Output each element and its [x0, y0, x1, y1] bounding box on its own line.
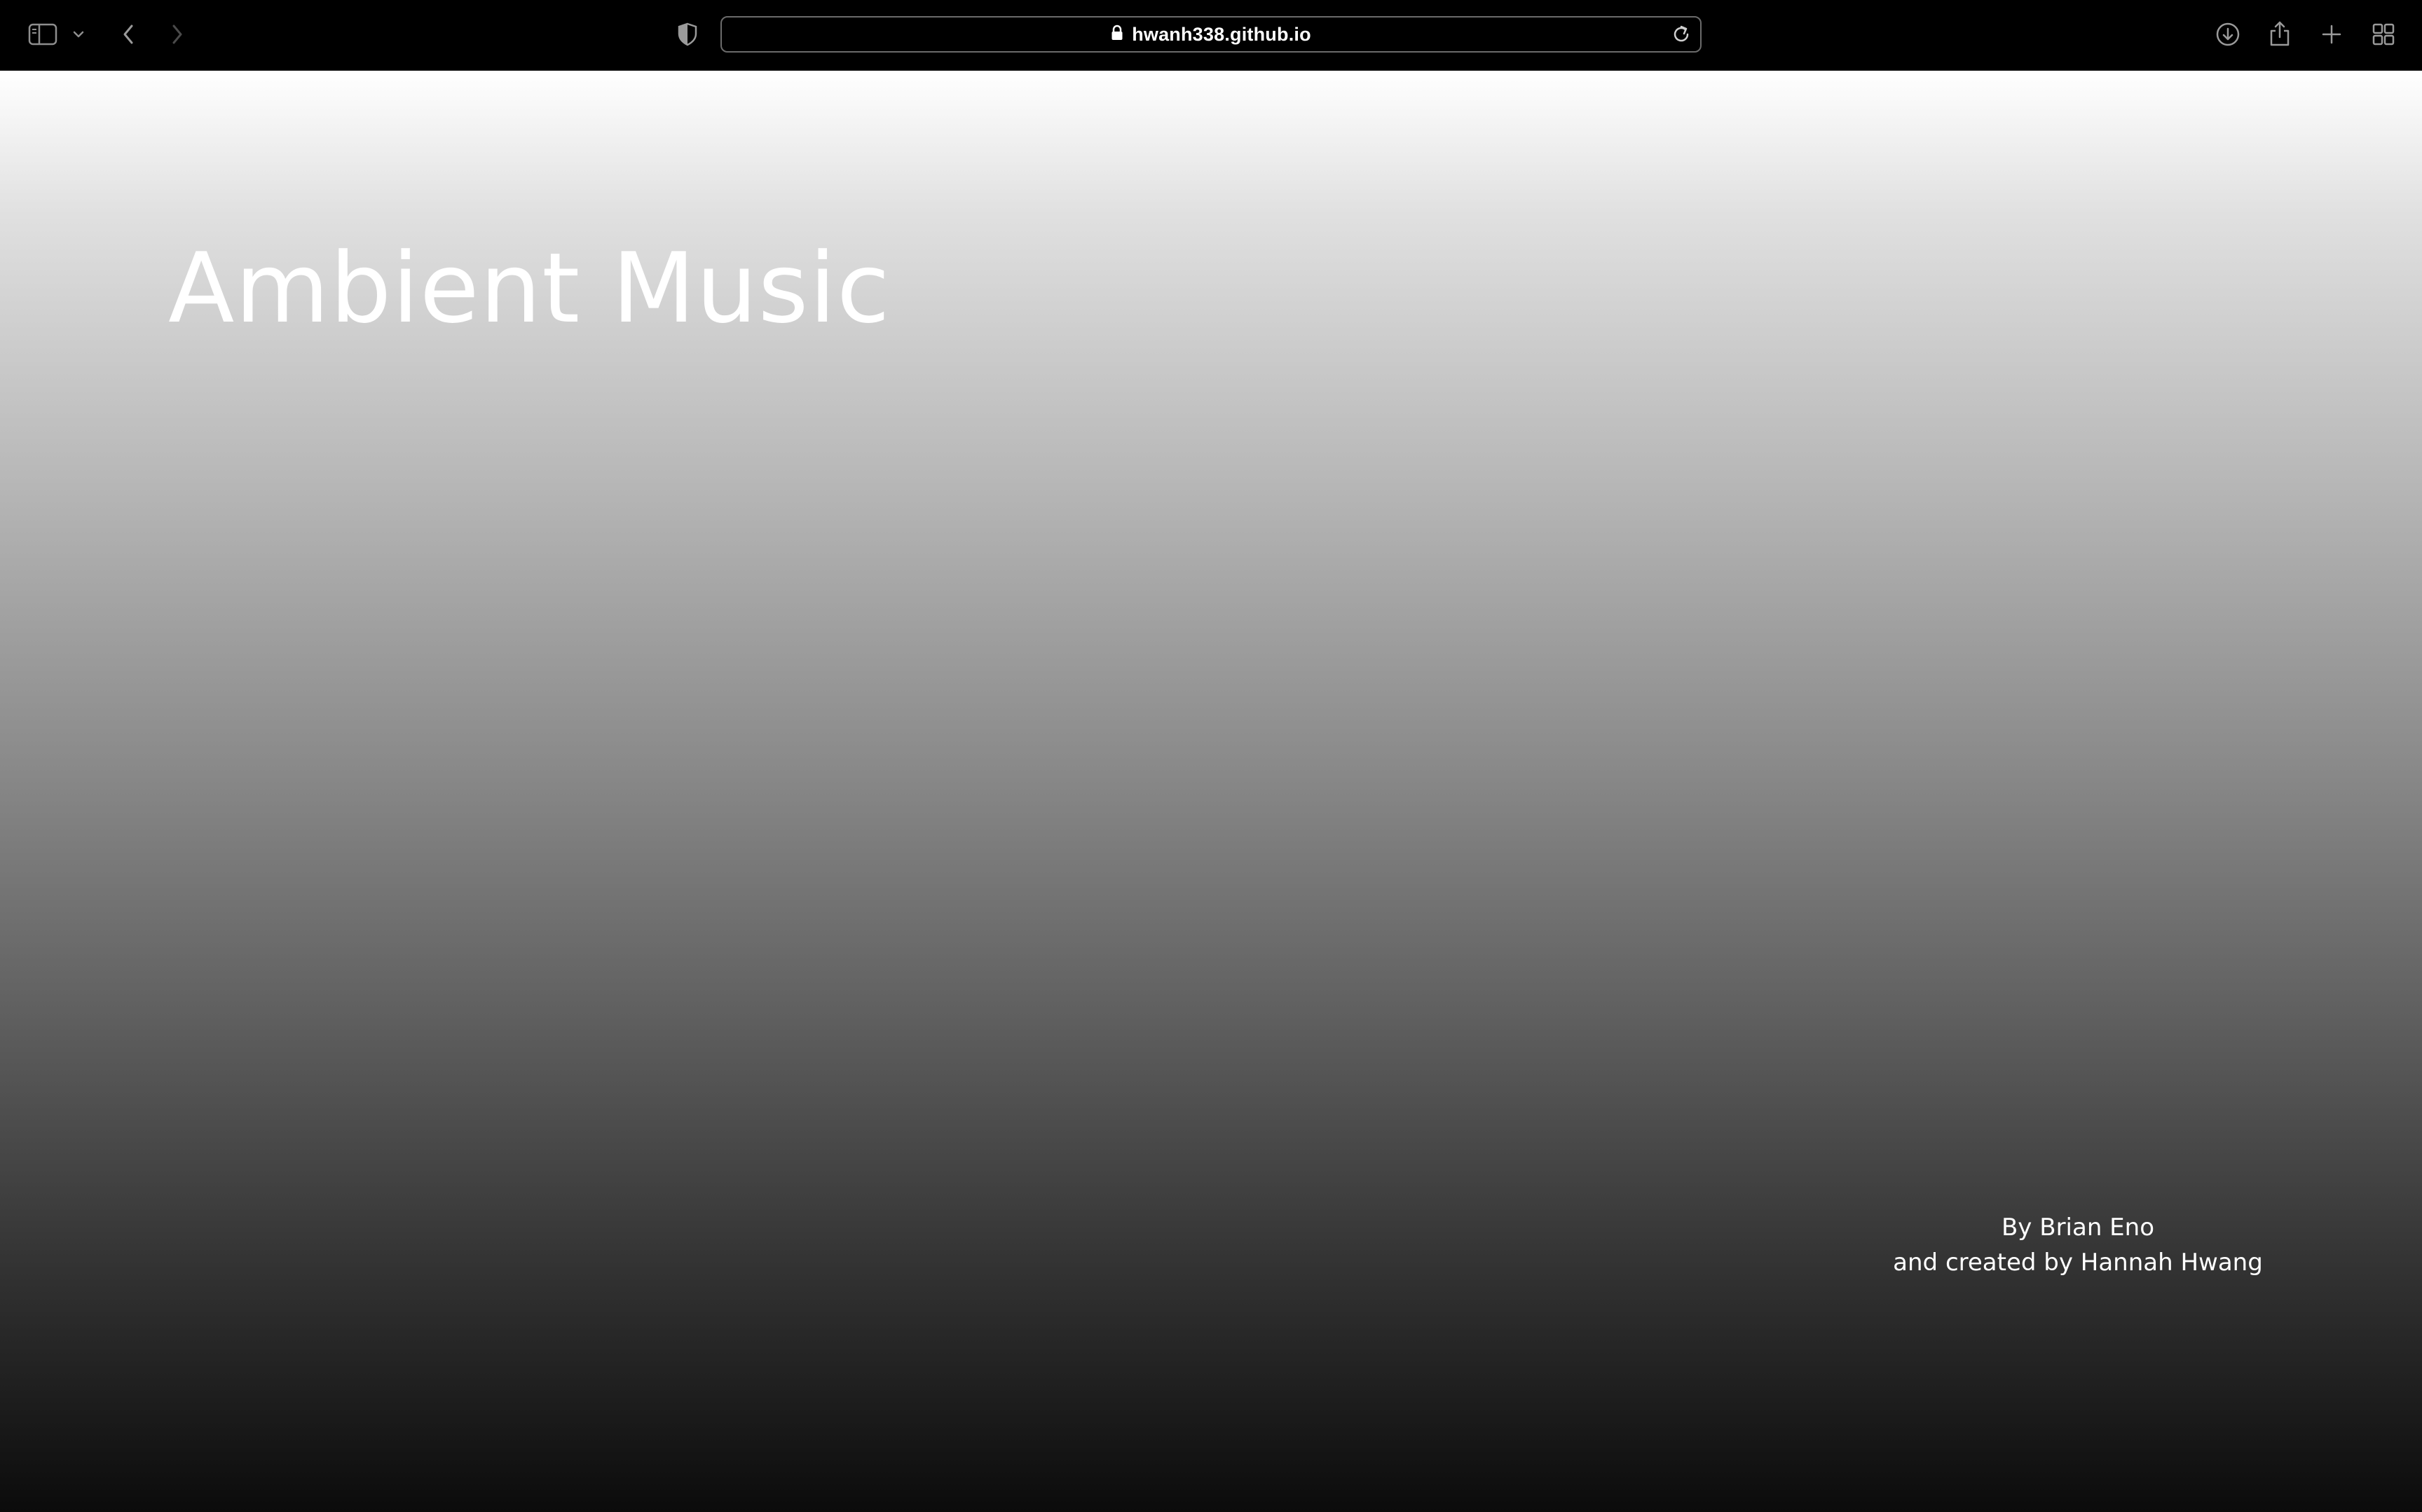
forward-button[interactable]	[165, 20, 189, 49]
chevron-down-icon[interactable]	[70, 27, 87, 42]
lock-icon	[1111, 25, 1123, 45]
back-button[interactable]	[116, 20, 140, 49]
credit-author: By Brian Eno	[2001, 1214, 2155, 1242]
grid-icon[interactable]	[2369, 20, 2398, 49]
page-content: Ambient Music By Brian Eno and created b…	[0, 71, 2422, 1512]
chevron-right-icon	[172, 25, 182, 44]
address-bar[interactable]: hwanh338.github.io	[720, 16, 1702, 53]
shield-icon[interactable]	[673, 20, 702, 49]
chevron-left-icon	[123, 25, 133, 44]
plus-icon[interactable]	[2317, 20, 2346, 49]
share-icon[interactable]	[2265, 18, 2294, 49]
sidebar-icon[interactable]	[27, 20, 59, 48]
browser-toolbar: hwanh338.github.io	[0, 0, 2422, 71]
credit-creator: and created by Hannah Hwang	[1893, 1249, 2263, 1277]
download-icon[interactable]	[2213, 20, 2243, 49]
url-text: hwanh338.github.io	[1132, 23, 1311, 45]
page-title: Ambient Music	[168, 232, 891, 345]
credits: By Brian Eno and created by Hannah Hwang	[1822, 1210, 2334, 1280]
reload-icon[interactable]	[1671, 24, 1692, 48]
